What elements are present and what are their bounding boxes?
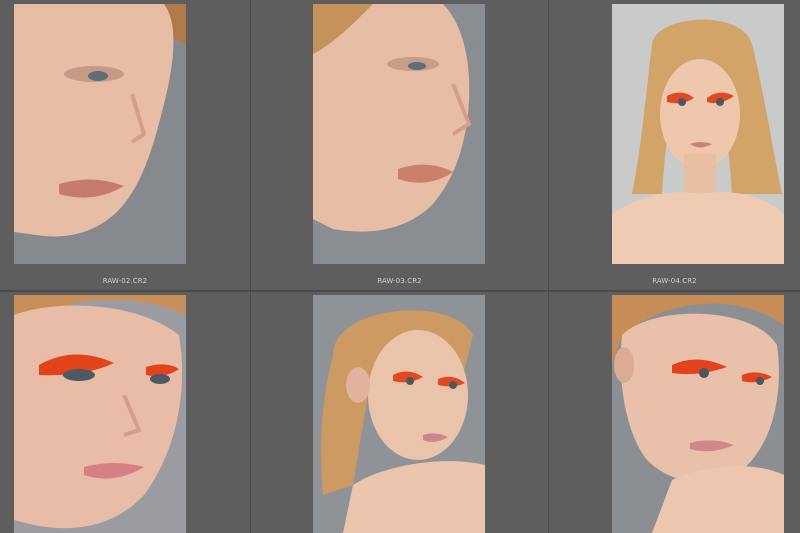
- portrait-profile-photo-icon: [313, 4, 485, 264]
- grid-cell-raw-03[interactable]: RAW-03.CR2: [251, 0, 548, 290]
- photo-thumbnail-bottom-3[interactable]: [612, 295, 784, 533]
- grid-cell-bottom-3[interactable]: [549, 292, 800, 533]
- row-divider: [0, 290, 800, 292]
- portrait-front-orange-makeup-photo-icon: [612, 4, 784, 264]
- portrait-closeup-profile-photo-icon: [14, 4, 186, 264]
- filename-label: RAW-03.CR2: [377, 277, 422, 285]
- grid-cell-raw-04[interactable]: RAW-04.CR2: [549, 0, 800, 290]
- photo-thumbnail-raw-04[interactable]: [612, 4, 784, 264]
- photo-thumbnail-bottom-1[interactable]: [14, 295, 186, 533]
- portrait-closeup-orange-makeup-photo-icon: [14, 295, 186, 533]
- photo-thumbnail-bottom-2[interactable]: [313, 295, 485, 533]
- filename-label: RAW-02.CR2: [102, 277, 148, 285]
- portrait-turned-head-orange-makeup-photo-icon: [313, 295, 485, 533]
- grid-cell-bottom-2[interactable]: [251, 292, 548, 533]
- grid-cell-raw-02[interactable]: RAW-02.CR2: [0, 0, 250, 290]
- grid-cell-bottom-1[interactable]: [0, 292, 250, 533]
- portrait-three-quarter-orange-makeup-photo-icon: [612, 295, 784, 533]
- photo-thumbnail-raw-02[interactable]: [14, 4, 186, 264]
- column-divider: [250, 0, 251, 533]
- filename-label: RAW-04.CR2: [652, 277, 697, 285]
- photo-thumbnail-raw-03[interactable]: [313, 4, 485, 264]
- column-divider: [548, 0, 549, 533]
- thumbnail-grid: RAW-02.CR2 RAW-03.CR2 RAW-04.CR2: [0, 0, 800, 533]
